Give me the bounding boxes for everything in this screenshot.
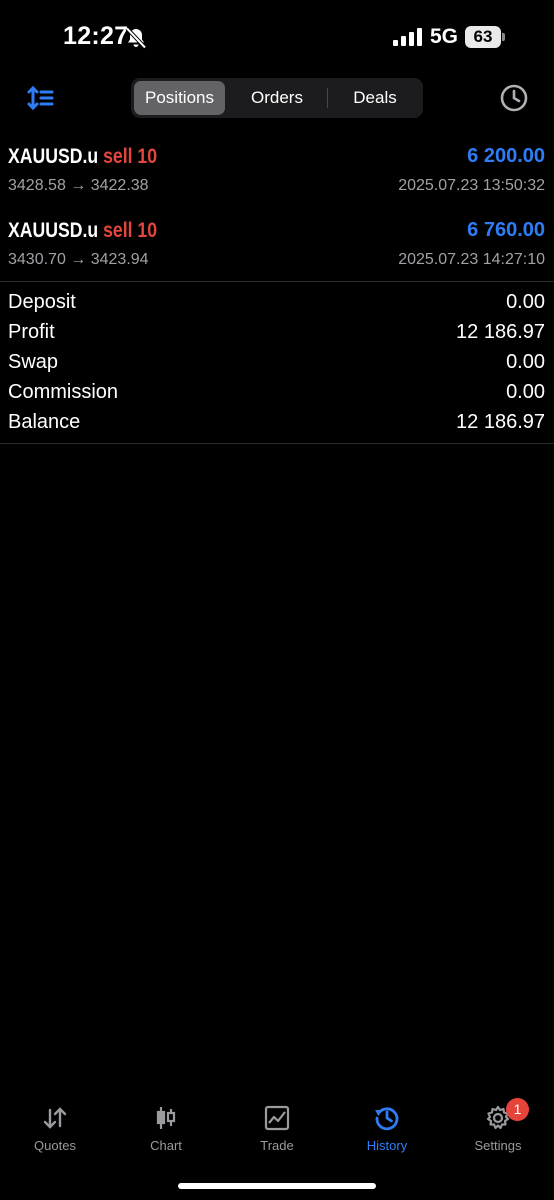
deal-symbol: XAUUSD.u sell 10 xyxy=(8,219,157,243)
summary-label: Deposit xyxy=(8,291,76,313)
history-icon xyxy=(375,1107,399,1131)
summary-value: 12 186.97 xyxy=(456,411,545,433)
deal-symbol: XAUUSD.u sell 10 xyxy=(8,145,157,169)
clock-icon[interactable] xyxy=(499,83,529,113)
summary-label: Swap xyxy=(8,351,59,373)
deal-side: sell 10 xyxy=(103,145,158,168)
tab-bar: Quotes Chart Trade History Settings 1 xyxy=(0,1096,554,1166)
summary-label: Profit xyxy=(8,321,55,343)
tab-label: Trade xyxy=(260,1138,294,1153)
summary-value: 0.00 xyxy=(506,381,545,403)
tab-label: Chart xyxy=(150,1138,182,1153)
deal-prices: 3428.58 → 3422.38 xyxy=(8,177,149,194)
summary-value: 0.00 xyxy=(506,351,545,373)
tab-deals[interactable]: Deals xyxy=(331,81,419,115)
tab-positions[interactable]: Positions xyxy=(134,81,225,115)
summary-label: Commission xyxy=(8,381,119,403)
deal-time: 2025.07.23 14:27:10 xyxy=(398,251,545,268)
deal-prices: 3430.70 → 3423.94 xyxy=(8,251,149,268)
sort-icon[interactable] xyxy=(26,84,56,112)
deal-row[interactable]: XAUUSD.u sell 10 6 200.00 3428.58 → 3422… xyxy=(0,145,554,215)
deal-side: sell 10 xyxy=(103,219,158,242)
tab-chart[interactable]: Chart xyxy=(111,1096,221,1162)
quotes-arrows-icon xyxy=(43,1107,67,1129)
status-bar: 12:27 5G 63 xyxy=(0,0,554,76)
trade-chart-icon xyxy=(264,1105,290,1131)
deal-time: 2025.07.23 13:50:32 xyxy=(398,177,545,194)
deal-symbol-name: XAUUSD.u xyxy=(8,145,99,168)
network-label: 5G xyxy=(430,25,459,48)
summary-label: Balance xyxy=(8,411,81,433)
tab-quotes[interactable]: Quotes xyxy=(0,1096,110,1162)
summary-row-deposit: Deposit 0.00 xyxy=(0,291,554,321)
deal-row[interactable]: XAUUSD.u sell 10 6 760.00 3430.70 → 3423… xyxy=(0,219,554,289)
battery-indicator: 63 xyxy=(465,26,505,48)
deal-symbol-name: XAUUSD.u xyxy=(8,219,99,242)
summary-row-balance: Balance 12 186.97 xyxy=(0,411,554,441)
tab-orders[interactable]: Orders xyxy=(229,81,325,115)
summary-row-profit: Profit 12 186.97 xyxy=(0,321,554,351)
tab-settings[interactable]: Settings 1 xyxy=(443,1096,553,1162)
summary-row-swap: Swap 0.00 xyxy=(0,351,554,381)
bell-slash-icon xyxy=(125,27,147,49)
notification-badge: 1 xyxy=(506,1098,529,1121)
battery-level: 63 xyxy=(473,27,493,46)
deal-profit: 6 760.00 xyxy=(467,219,545,241)
segment-divider xyxy=(327,88,328,108)
summary-value: 12 186.97 xyxy=(456,321,545,343)
toolbar: Positions Orders Deals xyxy=(0,76,554,120)
history-screen: 12:27 5G 63 Positions Orders Deals XAUUS… xyxy=(0,0,554,1200)
signal-icon xyxy=(393,28,422,46)
section-divider xyxy=(0,281,554,282)
status-time: 12:27 xyxy=(63,22,129,50)
summary-value: 0.00 xyxy=(506,291,545,313)
summary-row-commission: Commission 0.00 xyxy=(0,381,554,411)
tab-trade[interactable]: Trade xyxy=(222,1096,332,1162)
home-indicator[interactable] xyxy=(178,1183,376,1189)
segmented-control: Positions Orders Deals xyxy=(131,78,423,118)
candlestick-icon xyxy=(156,1107,176,1129)
tab-label: Settings xyxy=(474,1138,522,1153)
tab-history[interactable]: History xyxy=(332,1096,442,1162)
tab-label: Quotes xyxy=(34,1138,76,1153)
deal-profit: 6 200.00 xyxy=(467,145,545,167)
tab-label: History xyxy=(366,1138,408,1153)
section-divider xyxy=(0,443,554,444)
